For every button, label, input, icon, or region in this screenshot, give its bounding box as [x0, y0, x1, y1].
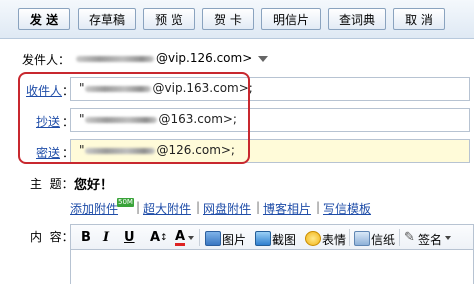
bcc-label-link[interactable]: 密送: [36, 144, 60, 161]
separator: |: [136, 200, 141, 214]
stationery-button[interactable]: 信纸: [371, 231, 395, 248]
bold-button[interactable]: B: [81, 230, 91, 245]
sender-address: @vip.126.com>: [156, 51, 253, 65]
attachment-size-badge: 50M: [117, 198, 134, 207]
large-attachment-link[interactable]: 超大附件: [143, 200, 191, 217]
signature-button[interactable]: 签名: [418, 231, 442, 248]
chevron-down-icon[interactable]: [188, 236, 194, 240]
divider: [399, 229, 400, 246]
subject-input[interactable]: 您好！: [74, 174, 113, 193]
divider: [349, 229, 350, 246]
screenshot-icon: [255, 231, 271, 246]
save-draft-button[interactable]: 存草稿: [78, 8, 136, 30]
postcard-button[interactable]: 明信片: [261, 8, 321, 30]
divider: [199, 229, 200, 246]
cc-name-redacted: [84, 116, 157, 123]
bcc-quote: ": [79, 143, 85, 157]
font-size-icon: ↕: [160, 233, 168, 243]
emoticon-icon: [305, 231, 321, 246]
sender-name-redacted: [76, 55, 154, 62]
chevron-down-icon[interactable]: [258, 55, 269, 62]
to-label-link[interactable]: 收件人: [26, 82, 62, 99]
sender-label: 发件人：: [22, 53, 71, 67]
card-button[interactable]: 贺 卡: [202, 8, 254, 30]
subject-label: 主 题：: [30, 177, 74, 191]
netdisk-attachment-link[interactable]: 网盘附件: [203, 200, 251, 217]
italic-button[interactable]: I: [103, 230, 109, 245]
underline-button[interactable]: U: [124, 230, 135, 245]
image-icon: [205, 231, 221, 246]
cancel-button[interactable]: 取 消: [393, 8, 445, 30]
signature-icon: ✎: [404, 230, 415, 245]
to-name-redacted: [84, 85, 151, 92]
screenshot-button[interactable]: 截图: [272, 231, 296, 248]
to-field[interactable]: " @vip.163.com>;: [70, 77, 470, 101]
separator: |: [316, 200, 321, 214]
to-quote: ": [79, 81, 85, 95]
font-color-button[interactable]: A: [175, 230, 186, 246]
compose-toolbar: 发 送 存草稿 预 览 贺 卡 明信片 查词典 取 消: [0, 0, 474, 39]
preview-button[interactable]: 预 览: [143, 8, 195, 30]
bcc-field[interactable]: " @126.com>;: [70, 139, 470, 163]
image-button[interactable]: 图片: [222, 231, 246, 248]
sender-select[interactable]: @vip.126.com>: [76, 51, 269, 65]
cc-quote: ": [79, 112, 85, 126]
bcc-name-redacted: [84, 147, 155, 154]
separator: |: [196, 200, 201, 214]
bcc-address: @126.com>;: [156, 143, 235, 157]
to-address: @vip.163.com>;: [152, 81, 253, 95]
cc-field[interactable]: " @163.com>;: [70, 108, 470, 132]
stationery-icon: [354, 231, 370, 246]
blog-photo-link[interactable]: 博客相片: [263, 200, 311, 217]
separator: |: [256, 200, 261, 214]
dictionary-button[interactable]: 查词典: [328, 8, 386, 30]
letter-template-link[interactable]: 写信模板: [323, 200, 371, 217]
font-button[interactable]: A: [150, 230, 160, 245]
send-button[interactable]: 发 送: [18, 8, 70, 30]
editor-toolbar: B I U A ↕ A 图片 截图 表情 信纸 ✎ 签名: [70, 224, 474, 250]
cc-address: @163.com>;: [158, 112, 237, 126]
emoticon-button[interactable]: 表情: [322, 231, 346, 248]
content-label: 内 容：: [30, 230, 74, 244]
chevron-down-icon[interactable]: [445, 236, 451, 240]
add-attachment-link[interactable]: 添加附件: [70, 200, 118, 217]
cc-label-link[interactable]: 抄送: [36, 113, 60, 130]
